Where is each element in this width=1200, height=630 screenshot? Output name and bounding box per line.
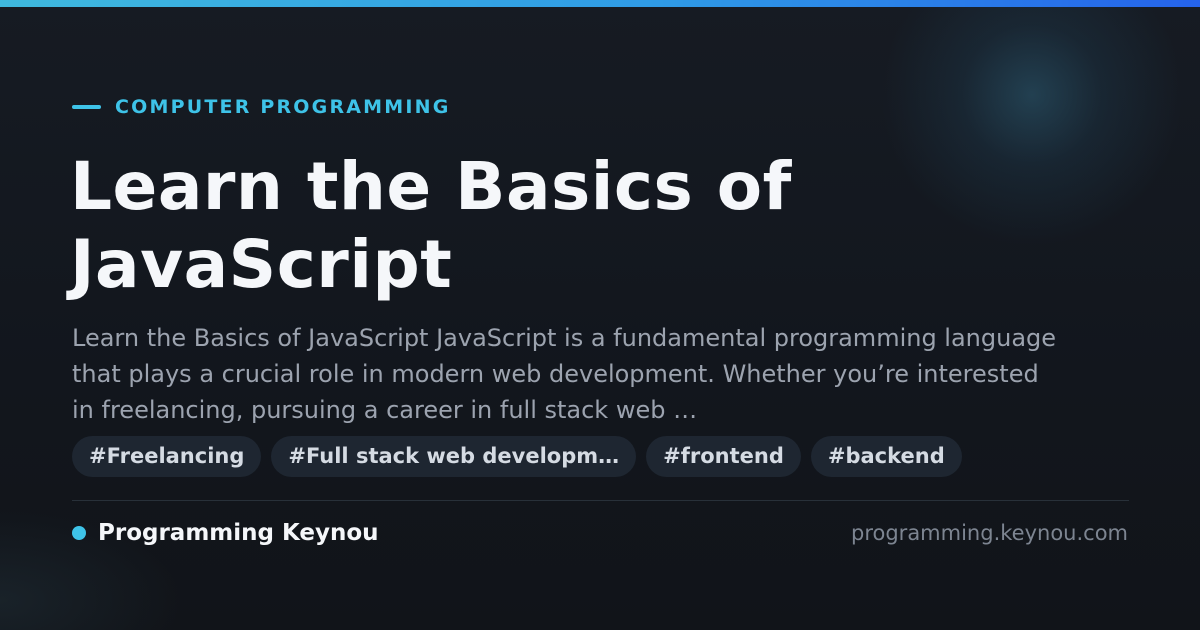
tag-full-stack-web-development: #Full stack web developm… — [271, 436, 637, 477]
tag-freelancing: #Freelancing — [72, 436, 262, 477]
tag-backend: #backend — [810, 436, 962, 477]
brand-name: Programming Keynou — [98, 520, 379, 546]
brand: Programming Keynou — [72, 518, 379, 548]
site-url: programming.keynou.com — [851, 521, 1128, 545]
article-excerpt: Learn the Basics of JavaScript JavaScrip… — [72, 324, 1057, 424]
brand-dot-icon — [72, 526, 86, 540]
share-card: COMPUTER PROGRAMMING Learn the Basics of… — [0, 0, 1200, 630]
category-row: COMPUTER PROGRAMMING — [72, 95, 451, 119]
category-label: COMPUTER PROGRAMMING — [115, 96, 451, 118]
tag-frontend: #frontend — [646, 436, 801, 477]
accent-top-bar — [0, 0, 1200, 7]
tag-list: #Freelancing #Full stack web developm… #… — [72, 436, 962, 477]
article-title-line-2: JavaScript — [70, 226, 453, 303]
article-title-line-1: Learn the Basics of — [70, 148, 792, 225]
article-title: Learn the Basics of JavaScript — [70, 148, 1070, 304]
category-dash-icon — [72, 105, 101, 109]
footer-divider — [72, 500, 1129, 501]
